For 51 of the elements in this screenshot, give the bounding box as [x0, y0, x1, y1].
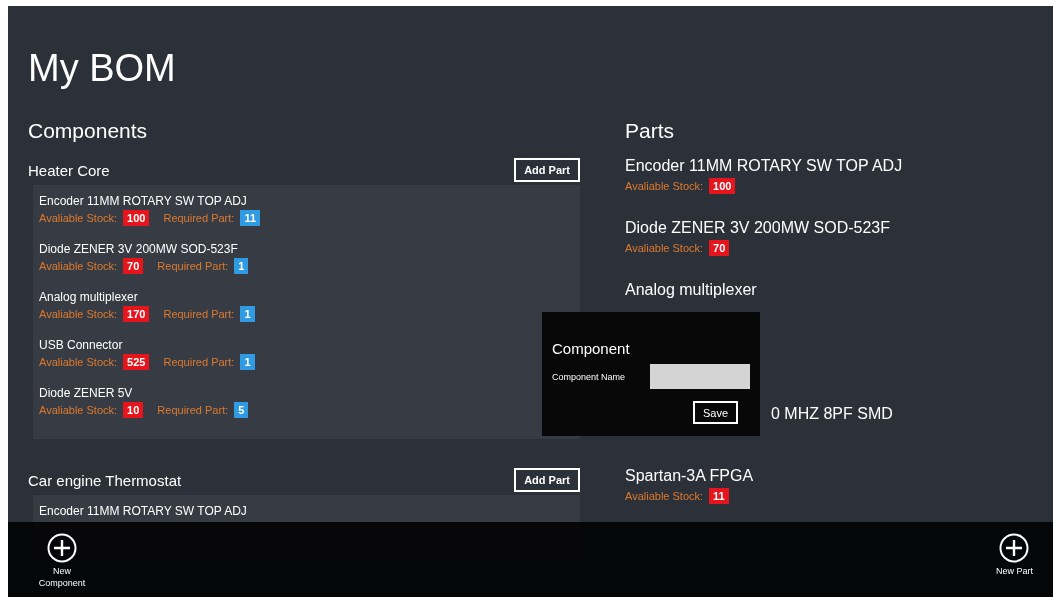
- part-name: Diode ZENER 5V: [39, 385, 134, 401]
- stock-count: 70: [709, 240, 730, 256]
- part-name: 0 MHZ 8PF SMD: [771, 404, 894, 424]
- required-label: Required Part:: [163, 212, 235, 224]
- add-part-button[interactable]: Add Part: [514, 158, 580, 182]
- part-name: Analog multiplexer: [39, 289, 139, 305]
- component-name: Car engine Thermostat: [28, 471, 182, 489]
- new-component-button[interactable]: New Component: [32, 533, 92, 589]
- stock-label: Avaliable Stock:: [39, 356, 118, 368]
- required-label: Required Part:: [163, 308, 235, 320]
- stock-count: 70: [123, 258, 144, 274]
- part-name: Analog multiplexer: [625, 280, 758, 300]
- page-title: My BOM: [28, 46, 177, 91]
- stock-label: Avaliable Stock:: [39, 308, 118, 320]
- required-label: Required Part:: [163, 356, 235, 368]
- part-name: Encoder 11MM ROTARY SW TOP ADJ: [39, 193, 248, 209]
- section-heading: Parts: [625, 118, 675, 144]
- add-part-button[interactable]: Add Part: [514, 468, 580, 492]
- part-name: Diode ZENER 3V 200MW SOD-523F: [625, 218, 891, 238]
- plus-circle-icon: [47, 533, 77, 563]
- stock-count: 10: [123, 402, 144, 418]
- stock-label: Avaliable Stock:: [39, 260, 118, 272]
- part-name: Diode ZENER 3V 200MW SOD-523F: [39, 241, 239, 257]
- required-count: 1: [234, 258, 249, 274]
- stock-label: Avaliable Stock:: [625, 242, 704, 254]
- required-count: 5: [234, 402, 249, 418]
- part-name: Encoder 11MM ROTARY SW TOP ADJ: [39, 503, 248, 519]
- required-count: 1: [240, 354, 255, 370]
- section-heading: Components: [28, 118, 149, 144]
- part-name: Spartan-3A FPGA: [625, 466, 755, 486]
- component-name: Heater Core: [28, 161, 110, 179]
- field-label: Component Name: [552, 371, 626, 382]
- stock-label: Avaliable Stock:: [39, 212, 118, 224]
- stock-count: 100: [123, 210, 150, 226]
- stock-count: 525: [123, 354, 150, 370]
- dialog-title: Component: [552, 340, 631, 357]
- plus-circle-icon: [999, 533, 1030, 563]
- stock-label: Avaliable Stock:: [625, 180, 704, 192]
- stock-label: Avaliable Stock:: [39, 404, 118, 416]
- save-button[interactable]: Save: [692, 401, 738, 424]
- new-part-button[interactable]: New Part: [996, 533, 1033, 577]
- stock-count: 11: [709, 488, 729, 504]
- stock-count: 100: [709, 178, 736, 194]
- part-name: Encoder 11MM ROTARY SW TOP ADJ: [625, 156, 904, 176]
- required-count: 1: [240, 306, 255, 322]
- required-label: Required Part:: [157, 404, 229, 416]
- required-count: 11: [240, 210, 260, 226]
- stock-count: 170: [123, 306, 150, 322]
- stock-label: Avaliable Stock:: [625, 490, 704, 502]
- component-name-field[interactable]: [650, 364, 750, 389]
- required-label: Required Part:: [157, 260, 229, 272]
